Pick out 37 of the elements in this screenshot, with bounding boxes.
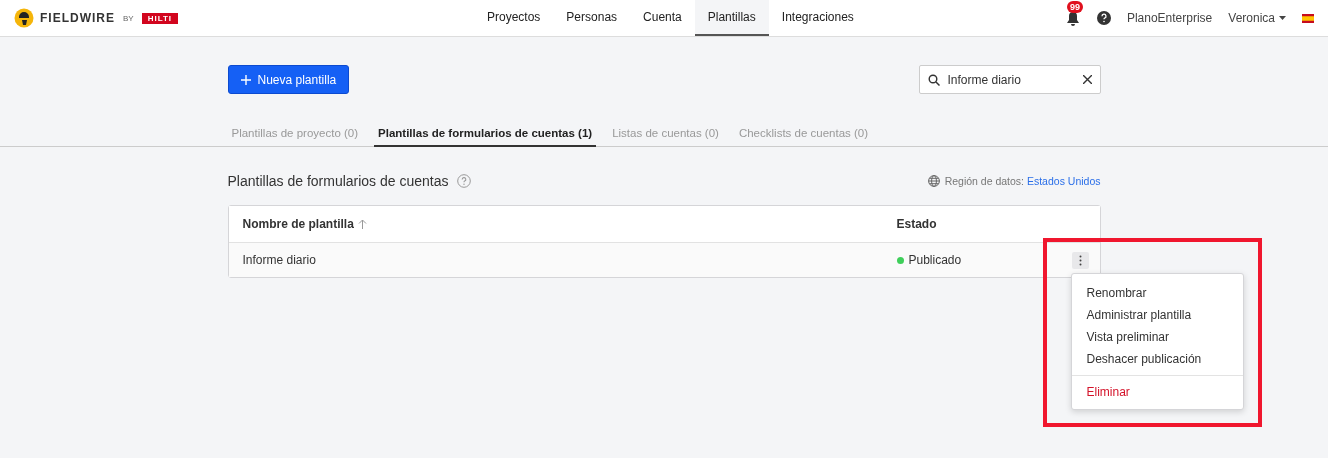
nav-item[interactable]: Cuenta: [630, 0, 695, 36]
nav-item[interactable]: Plantillas: [694, 0, 769, 36]
hardhat-logo-icon: [14, 8, 34, 28]
clear-icon[interactable]: [1082, 75, 1092, 84]
sort-up-icon[interactable]: [357, 219, 367, 229]
column-header[interactable]: Estado: [896, 217, 937, 231]
data-region: Región de datos: Estados Unidos: [944, 175, 1101, 187]
tab[interactable]: Plantillas de formularios de cuentas (1): [374, 122, 597, 147]
user-menu[interactable]: Veronica: [1228, 11, 1286, 25]
help-icon[interactable]: [1096, 11, 1111, 25]
table-cell-text: Informe diario: [242, 253, 317, 267]
globe-icon: [927, 175, 940, 187]
plan-name: PlanoEnterprise: [1126, 11, 1213, 25]
search-icon: [927, 73, 940, 86]
spain-flag-icon[interactable]: [1302, 13, 1314, 23]
more-icon: [1078, 254, 1082, 266]
nav-item[interactable]: Integraciones: [768, 0, 867, 36]
menu-item[interactable]: Vista preliminar: [1071, 326, 1243, 348]
menu-item[interactable]: Eliminar: [1071, 381, 1243, 403]
nav-item[interactable]: Proyectos: [474, 0, 554, 36]
region-link[interactable]: Estados Unidos: [1026, 175, 1101, 187]
bell-icon[interactable]: [1065, 11, 1080, 27]
nav-item[interactable]: Personas: [553, 0, 631, 36]
search-box[interactable]: Informe diario: [918, 65, 1101, 94]
notification-badge: 99: [1066, 1, 1083, 13]
brand-by: BY: [123, 13, 134, 23]
column-header[interactable]: Nombre de plantilla: [242, 217, 897, 231]
new-template-button[interactable]: Nueva plantilla: [227, 65, 350, 94]
plus-icon: [240, 74, 251, 85]
brand-name: FIELDWIRE: [40, 11, 115, 25]
menu-item[interactable]: Administrar plantilla: [1071, 304, 1243, 326]
section-title: Plantillas de formularios de cuentas: [227, 173, 449, 189]
table-cell: Publicado: [908, 253, 962, 267]
caret-icon[interactable]: [1279, 16, 1286, 20]
menu-item[interactable]: Deshacer publicación: [1071, 348, 1243, 370]
menu-item[interactable]: Renombrar: [1071, 282, 1243, 304]
partner-logo: HILTI: [141, 12, 179, 24]
